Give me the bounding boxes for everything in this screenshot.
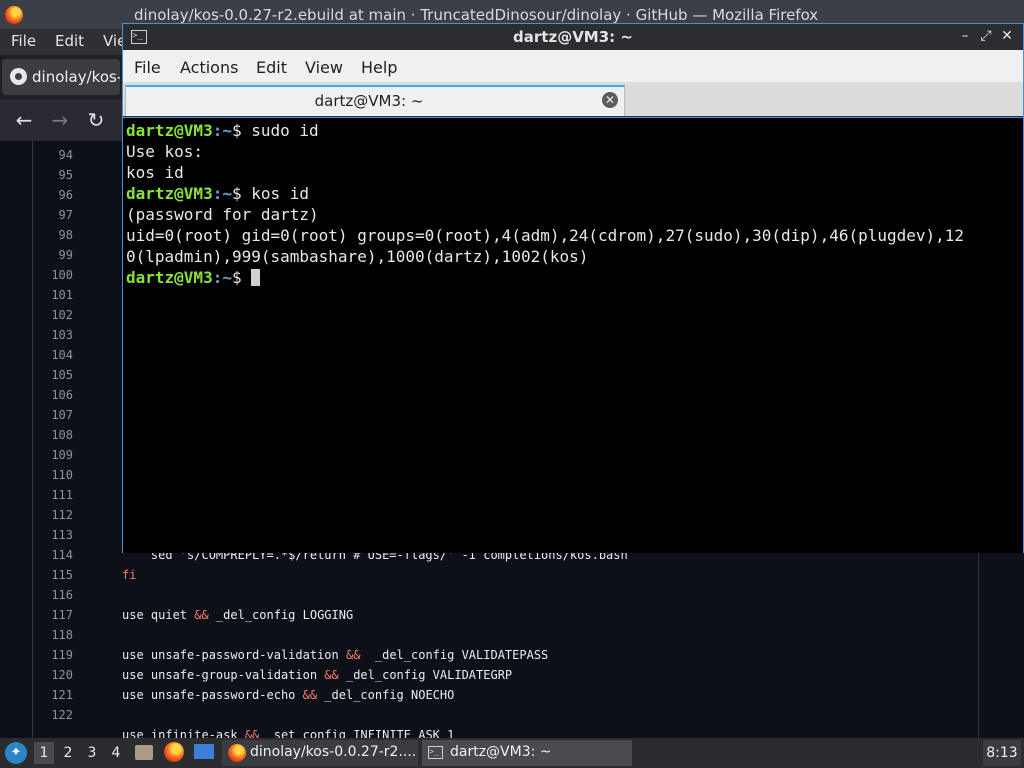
line-number: 97	[58, 208, 73, 222]
line-number: 104	[51, 348, 73, 362]
firefox-menu-file[interactable]: File	[11, 32, 36, 50]
task-terminal[interactable]: >_ dartz@VM3: ~	[422, 740, 632, 766]
code-gutter-divider	[32, 141, 33, 738]
line-number: 105	[51, 368, 73, 382]
code-line-115: fi	[122, 568, 137, 582]
terminal-window-title: dartz@VM3: ~	[513, 28, 633, 46]
workspace-4[interactable]: 4	[106, 742, 126, 764]
line-number: 98	[58, 228, 73, 242]
code-line-120: use unsafe-group-validation && _del_conf…	[122, 668, 513, 682]
line-number: 119	[51, 648, 73, 662]
line-number: 106	[51, 388, 73, 402]
terminal-menu-file[interactable]: File	[134, 58, 161, 77]
workspace-2[interactable]: 2	[58, 742, 78, 764]
clock[interactable]: 8:13	[983, 740, 1021, 766]
workspace-1[interactable]: 1	[34, 742, 54, 764]
close-icon[interactable]: ✕	[998, 27, 1016, 45]
terminal-menu-view[interactable]: View	[305, 58, 343, 77]
terminal-line: (password for dartz)	[126, 205, 319, 224]
line-number: 108	[51, 428, 73, 442]
firefox-launcher-icon[interactable]	[164, 742, 184, 762]
code-line-117: use quiet && _del_config LOGGING	[122, 608, 354, 622]
firefox-tab[interactable]: dinolay/kos-0	[2, 59, 120, 95]
line-number: 107	[51, 408, 73, 422]
file-manager-icon[interactable]	[134, 742, 154, 762]
task-firefox-label: dinolay/kos-0.0.27-r2....	[250, 744, 417, 760]
workspace-3[interactable]: 3	[82, 742, 102, 764]
line-number: 111	[51, 488, 73, 502]
line-number: 118	[51, 628, 73, 642]
terminal-window[interactable]: >_ dartz@VM3: ~ – ⤢ ✕ File Actions Edit …	[122, 23, 1024, 553]
terminal-line: 0(lpadmin),999(sambashare),1000(dartz),1…	[126, 247, 589, 266]
show-desktop-icon[interactable]	[194, 744, 214, 759]
terminal-menu-edit[interactable]: Edit	[256, 58, 287, 77]
line-number: 114	[51, 548, 73, 562]
line-number: 121	[51, 688, 73, 702]
terminal-tab[interactable]: dartz@VM3: ~ ✕	[125, 85, 625, 116]
line-number: 101	[51, 288, 73, 302]
task-firefox[interactable]: dinolay/kos-0.0.27-r2....	[222, 740, 418, 766]
maximize-icon[interactable]: ⤢	[977, 27, 995, 45]
terminal-line: kos id	[126, 163, 184, 182]
forward-arrow-icon[interactable]: →	[48, 108, 72, 132]
line-number: 115	[51, 568, 73, 582]
terminal-line: dartz@VM3:~$ sudo id	[126, 121, 319, 140]
github-icon	[10, 68, 27, 85]
line-number: 99	[58, 248, 73, 262]
line-number: 113	[51, 528, 73, 542]
task-terminal-label: dartz@VM3: ~	[450, 744, 552, 760]
firefox-logo-icon	[5, 6, 23, 24]
reload-icon[interactable]: ↻	[84, 108, 108, 132]
line-number: 117	[51, 608, 73, 622]
start-menu-icon[interactable]: ✦	[5, 742, 27, 764]
code-line-119: use unsafe-password-validation && _del_c…	[122, 648, 549, 662]
terminal-line: Use kos:	[126, 142, 204, 161]
terminal-tab-label: dartz@VM3: ~	[314, 92, 424, 110]
terminal-output[interactable]: dartz@VM3:~$ sudo id Use kos: kos id dar…	[123, 117, 1023, 553]
terminal-menu-help[interactable]: Help	[361, 58, 397, 77]
terminal-line: uid=0(root) gid=0(root) groups=0(root),4…	[126, 226, 965, 245]
terminal-cursor	[251, 269, 261, 286]
line-number: 116	[51, 588, 73, 602]
line-number: 102	[51, 308, 73, 322]
line-number: 109	[51, 448, 73, 462]
line-number: 110	[51, 468, 73, 482]
code-line-121: use unsafe-password-echo && _del_config …	[122, 688, 455, 702]
minimize-icon[interactable]: –	[956, 27, 974, 45]
terminal-line: dartz@VM3:~$ kos id	[126, 184, 310, 203]
terminal-icon: >_	[428, 746, 443, 759]
line-number: 96	[58, 188, 73, 202]
firefox-menu-edit[interactable]: Edit	[55, 32, 84, 50]
firefox-window-title: dinolay/kos-0.0.27-r2.ebuild at main · T…	[134, 6, 819, 24]
line-number: 94	[58, 148, 73, 162]
line-number: 100	[51, 268, 73, 282]
tab-close-icon[interactable]: ✕	[602, 92, 618, 108]
line-number: 112	[51, 508, 73, 522]
terminal-prompt-line: dartz@VM3:~$	[126, 267, 261, 288]
line-number: 120	[51, 668, 73, 682]
terminal-menu-actions[interactable]: Actions	[180, 58, 238, 77]
firefox-tab-label: dinolay/kos-0	[32, 68, 120, 86]
line-number: 122	[51, 708, 73, 722]
line-number: 103	[51, 328, 73, 342]
firefox-icon	[228, 744, 246, 762]
back-arrow-icon[interactable]: ←	[12, 108, 36, 132]
line-number: 95	[58, 168, 73, 182]
